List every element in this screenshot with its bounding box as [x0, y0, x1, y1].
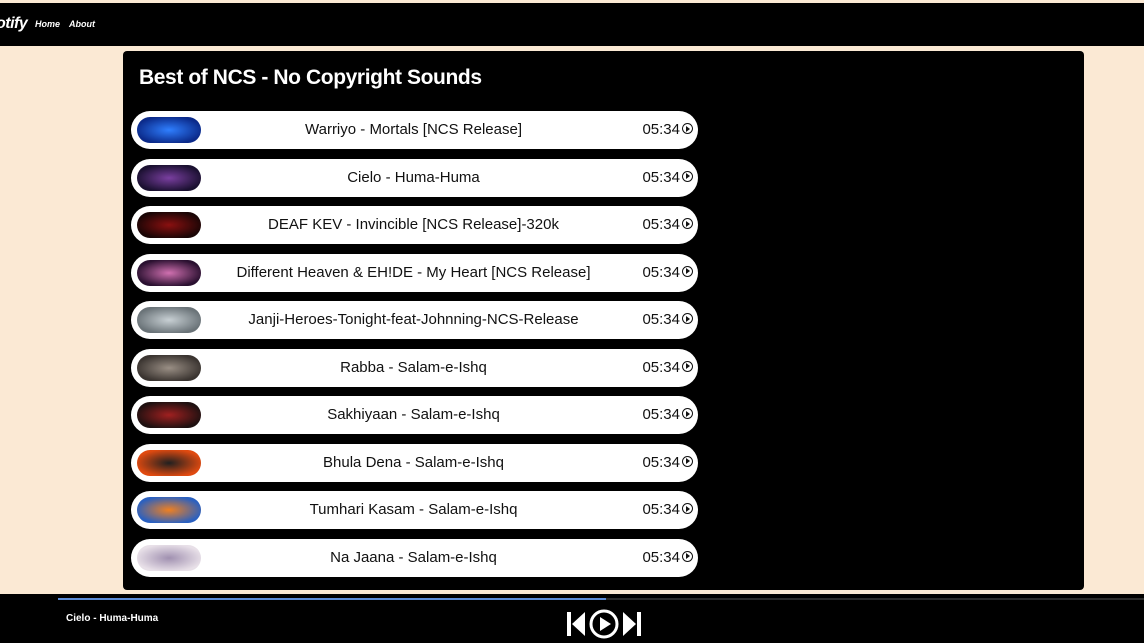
track-duration: 05:34	[642, 121, 680, 138]
track-name: Tumhari Kasam - Salam-e-Ishq	[309, 501, 518, 518]
track-duration: 05:34	[642, 406, 680, 423]
player-controls	[566, 609, 642, 639]
track-name: Cielo - Huma-Huma	[347, 168, 480, 186]
track-item[interactable]: Cielo - Huma-Huma 05:34	[131, 158, 698, 197]
track-item[interactable]: Different Heaven & EH!DE - My Heart [NCS…	[131, 253, 698, 292]
track-item[interactable]: Sakhiyaan - Salam-e-Ishq 05:34	[131, 396, 698, 434]
player-bar: Cielo - Huma-Huma	[0, 594, 1144, 643]
app-logo[interactable]: otify	[0, 15, 28, 33]
now-playing-title: Cielo - Huma-Huma	[66, 613, 159, 624]
track-name: Warriyo - Mortals [NCS Release]	[305, 121, 522, 138]
track-duration: 05:34	[642, 453, 680, 471]
next-icon[interactable]	[622, 609, 642, 639]
previous-icon[interactable]	[566, 609, 586, 639]
nav-about-link[interactable]: About	[69, 19, 95, 29]
play-pause-icon[interactable]	[587, 609, 621, 639]
track-cover-image	[137, 212, 201, 238]
track-duration: 05:34	[642, 168, 680, 186]
track-name: Bhula Dena - Salam-e-Ishq	[323, 453, 504, 471]
track-item[interactable]: Bhula Dena - Salam-e-Ishq 05:34	[131, 443, 698, 482]
track-cover-image	[137, 544, 201, 571]
play-circle-icon[interactable]	[682, 313, 693, 324]
track-item[interactable]: DEAF KEV - Invincible [NCS Release]-320k…	[131, 206, 698, 244]
play-circle-icon[interactable]	[682, 170, 693, 182]
playlist-panel: Best of NCS - No Copyright Sounds Warriy…	[123, 51, 1084, 590]
track-cover-image	[137, 449, 201, 476]
track-duration: 05:34	[642, 358, 680, 376]
track-cover-image	[137, 117, 201, 143]
track-cover-image	[137, 307, 201, 333]
track-name: Rabba - Salam-e-Ishq	[340, 358, 487, 376]
play-circle-icon[interactable]	[682, 218, 693, 229]
track-name: Na Jaana - Salam-e-Ishq	[330, 548, 497, 566]
track-item[interactable]: Na Jaana - Salam-e-Ishq 05:34	[131, 538, 698, 577]
track-cover-image	[137, 497, 201, 523]
track-cover-image	[137, 402, 201, 428]
track-duration: 05:34	[642, 216, 680, 233]
track-cover-image	[137, 354, 201, 381]
track-item[interactable]: Warriyo - Mortals [NCS Release] 05:34	[131, 111, 698, 149]
progress-fill	[58, 598, 607, 600]
play-circle-icon[interactable]	[682, 503, 693, 514]
track-name: Different Heaven & EH!DE - My Heart [NCS…	[236, 263, 591, 281]
nav-home-link[interactable]: Home	[35, 19, 60, 29]
track-duration: 05:34	[642, 501, 680, 518]
track-duration: 05:34	[642, 263, 680, 281]
track-item[interactable]: Rabba - Salam-e-Ishq 05:34	[131, 348, 698, 387]
track-cover-image	[137, 259, 201, 286]
play-circle-icon[interactable]	[682, 408, 693, 419]
track-duration: 05:34	[642, 311, 680, 328]
play-circle-icon[interactable]	[682, 123, 693, 134]
play-circle-icon[interactable]	[682, 265, 693, 277]
track-duration: 05:34	[642, 548, 680, 566]
play-circle-icon[interactable]	[682, 455, 693, 467]
track-name: Janji-Heroes-Tonight-feat-Johnning-NCS-R…	[248, 311, 579, 328]
track-name: DEAF KEV - Invincible [NCS Release]-320k	[268, 216, 559, 233]
play-circle-icon[interactable]	[682, 550, 693, 562]
track-cover-image	[137, 164, 201, 191]
track-item[interactable]: Tumhari Kasam - Salam-e-Ishq 05:34	[131, 491, 698, 529]
play-circle-icon[interactable]	[682, 360, 693, 372]
progress-bar[interactable]	[58, 598, 1144, 600]
track-item[interactable]: Janji-Heroes-Tonight-feat-Johnning-NCS-R…	[131, 301, 698, 339]
playlist-title: Best of NCS - No Copyright Sounds	[139, 66, 482, 89]
track-name: Sakhiyaan - Salam-e-Ishq	[327, 406, 500, 423]
top-navbar: otify Home About	[0, 3, 1144, 46]
